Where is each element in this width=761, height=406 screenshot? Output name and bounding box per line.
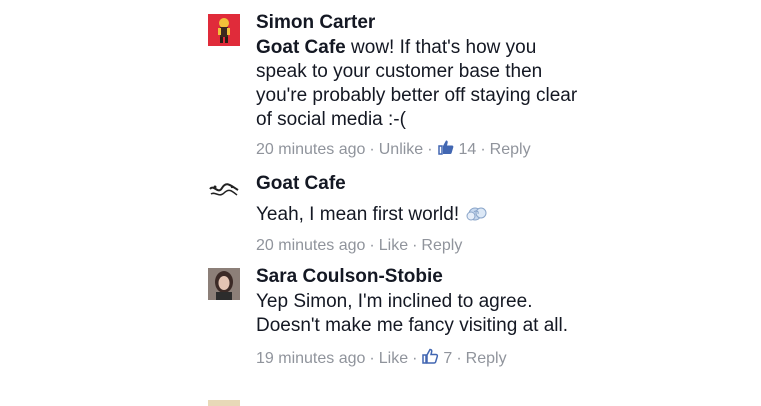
comment-author[interactable]: Goat Cafe <box>256 171 586 197</box>
next-comment-avatar-cutoff <box>208 400 240 406</box>
comment-author[interactable]: Sara Coulson-Stobie <box>256 264 586 290</box>
goat-cafe-logo[interactable] <box>208 175 240 207</box>
like-count-value: 7 <box>443 350 453 367</box>
separator-dot: · <box>369 350 375 367</box>
comment-thread: Simon Carter Goat Cafe wow! If that's ho… <box>0 0 761 406</box>
separator-dot: · <box>480 141 486 158</box>
comment-text: Yep Simon, I'm inclined to agree. Doesn'… <box>256 290 586 338</box>
red-figure-avatar[interactable] <box>208 14 240 46</box>
separator-dot: · <box>412 237 418 254</box>
unlike-button[interactable]: Unlike <box>379 141 423 158</box>
comment-timestamp[interactable]: 19 minutes ago <box>256 350 365 367</box>
comment-text-body: Yeah, I mean first world! <box>256 204 460 225</box>
reply-button[interactable]: Reply <box>421 237 462 254</box>
comment-author[interactable]: Simon Carter <box>256 10 586 36</box>
separator-dot: · <box>369 141 375 158</box>
comment-meta: 20 minutes ago · Like · Reply <box>256 235 586 257</box>
comment-timestamp[interactable]: 20 minutes ago <box>256 237 365 254</box>
reply-button[interactable]: Reply <box>466 350 507 367</box>
like-count[interactable]: 14 <box>437 140 477 158</box>
comment-meta: 20 minutes ago · Unlike · 14 · Reply <box>256 138 586 161</box>
like-button[interactable]: Like <box>379 350 408 367</box>
mention-link[interactable]: Goat Cafe <box>256 37 346 58</box>
comment-text: Goat Cafe wow! If that's how you speak t… <box>256 36 586 132</box>
comment-timestamp[interactable]: 20 minutes ago <box>256 141 365 158</box>
thumbs-up-icon <box>422 348 439 364</box>
separator-dot: · <box>412 350 418 367</box>
thumbs-up-icon <box>437 140 453 155</box>
dashing-away-emoji <box>466 207 487 221</box>
reply-button[interactable]: Reply <box>490 141 531 158</box>
comment-body: Goat Cafe Yeah, I mean first world! 20 m… <box>256 173 586 257</box>
comment-meta: 19 minutes ago · Like · 7 · Reply <box>256 347 586 370</box>
like-count-value: 14 <box>458 141 477 158</box>
separator-dot: · <box>427 141 433 158</box>
separator-dot: · <box>369 237 375 254</box>
comment-body: Simon Carter Goat Cafe wow! If that's ho… <box>256 12 586 161</box>
like-count[interactable]: 7 <box>421 348 453 367</box>
profile-photo-avatar[interactable] <box>208 268 240 300</box>
comment-body: Sara Coulson-Stobie Yep Simon, I'm incli… <box>256 266 586 370</box>
like-button[interactable]: Like <box>379 237 408 254</box>
comment-text-body: Yep Simon, I'm inclined to agree. Doesn'… <box>256 291 568 336</box>
separator-dot: · <box>456 350 462 367</box>
comment-text: Yeah, I mean first world! <box>256 203 586 227</box>
